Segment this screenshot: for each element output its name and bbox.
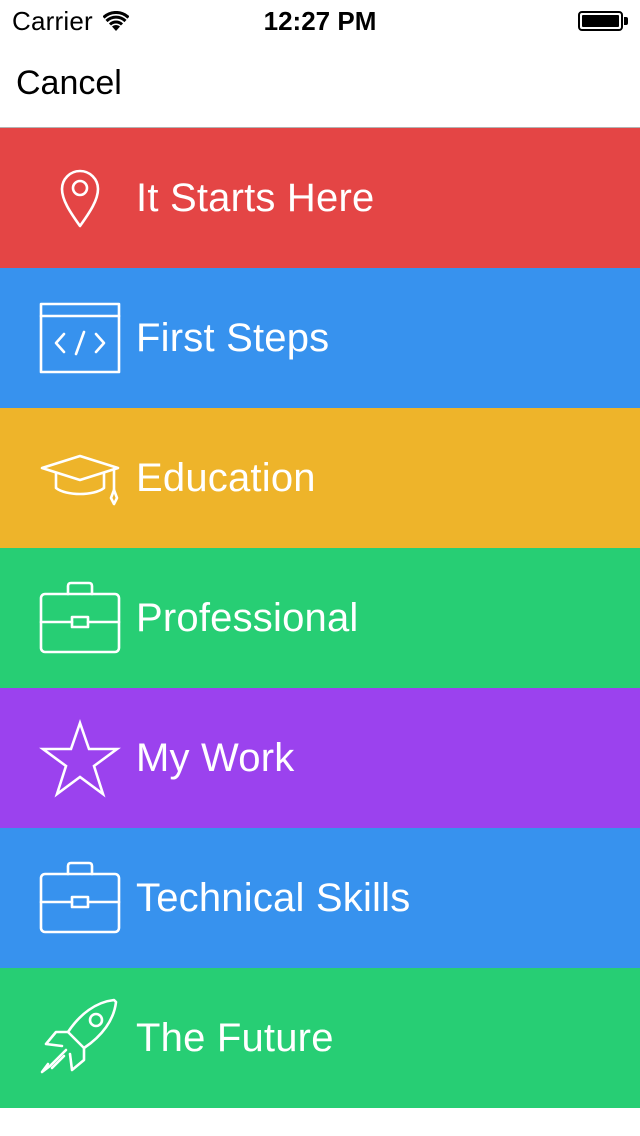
menu-item-label: It Starts Here [136,175,375,220]
menu-item-label: My Work [136,735,295,780]
menu-item-my-work[interactable]: My Work [0,688,640,828]
menu-item-technical-skills[interactable]: Technical Skills [0,828,640,968]
nav-bar: Cancel [0,40,640,128]
status-bar: Carrier 12:27 PM [0,0,640,40]
menu-item-first-steps[interactable]: First Steps [0,268,640,408]
battery-body [578,11,623,31]
code-window-icon [36,298,124,378]
star-icon [36,718,124,798]
menu-item-label: The Future [136,1015,334,1060]
graduation-cap-icon [36,438,124,518]
menu-item-education[interactable]: Education [0,408,640,548]
battery-fill [582,15,619,27]
menu-item-it-starts-here[interactable]: It Starts Here [0,128,640,268]
menu-item-label: Technical Skills [136,875,411,920]
menu-item-the-future[interactable]: The Future [0,968,640,1108]
menu-item-label: First Steps [136,315,330,360]
menu-list: It Starts Here First Steps Education Pro… [0,128,640,1108]
menu-item-label: Professional [136,595,359,640]
battery-nub [624,17,628,25]
screen: Carrier 12:27 PM Cancel It Starts Here F… [0,0,640,1136]
battery-icon [578,11,628,31]
briefcase-icon [36,578,124,658]
map-pin-icon [36,158,124,238]
rocket-icon [36,998,124,1078]
status-time: 12:27 PM [263,6,377,36]
menu-item-label: Education [136,455,316,500]
cancel-button[interactable]: Cancel [16,64,122,103]
menu-item-professional[interactable]: Professional [0,548,640,688]
briefcase-icon [36,858,124,938]
